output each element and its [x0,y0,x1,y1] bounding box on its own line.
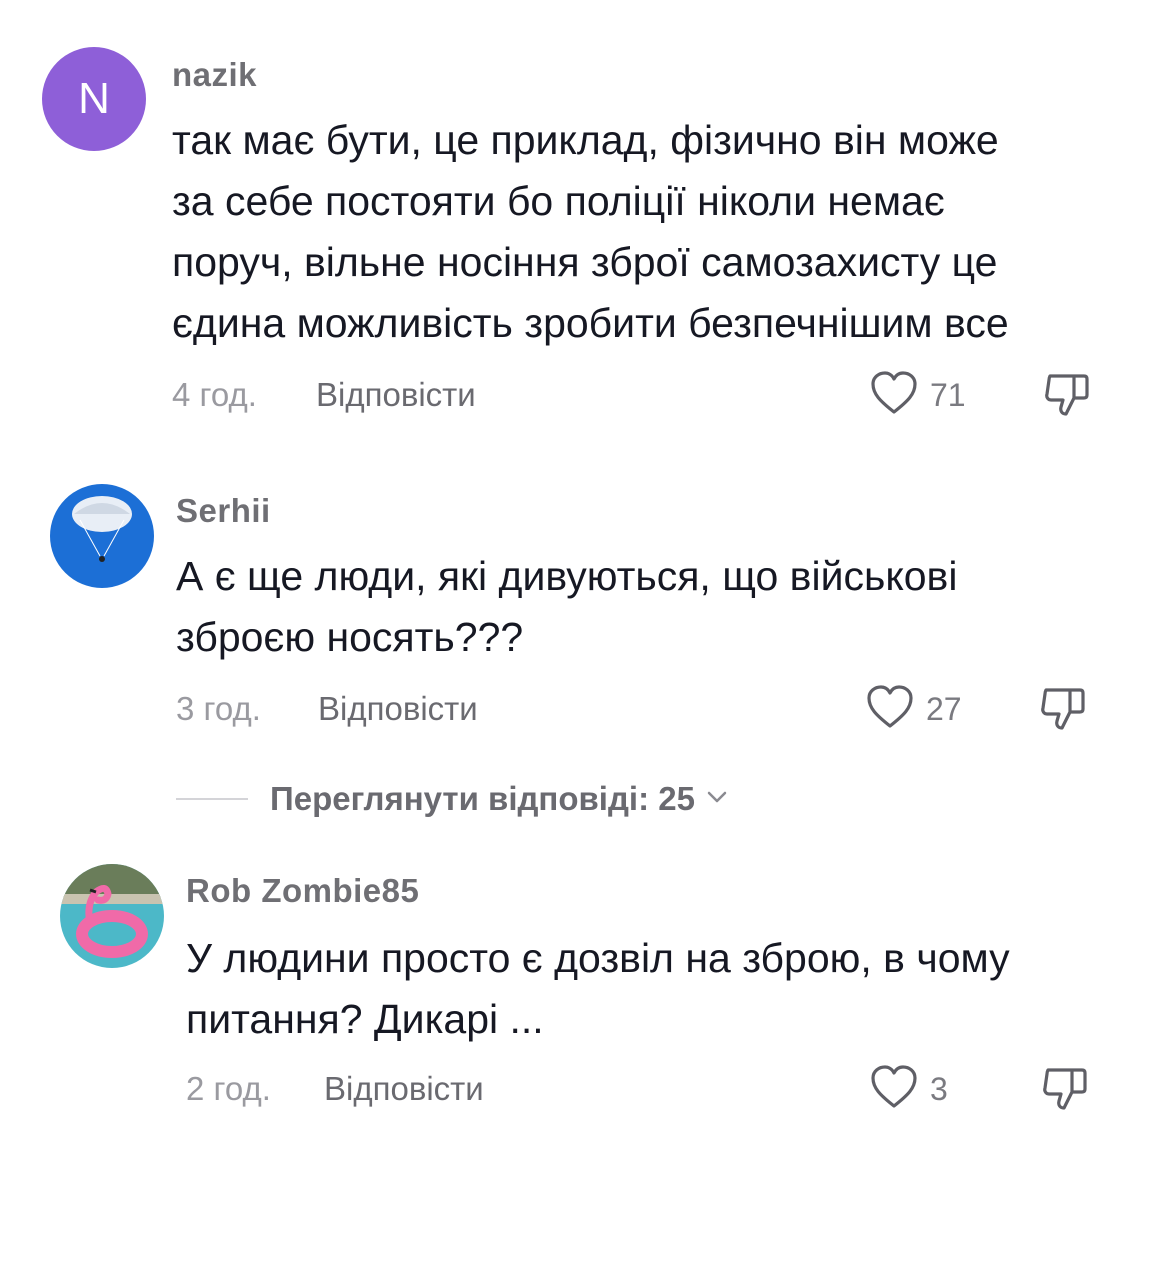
reply-button[interactable]: Відповісти [316,376,476,414]
comment-username[interactable]: Serhii [176,492,271,530]
thumbs-down-icon [1038,688,1088,736]
dislike-button[interactable] [1038,684,1088,737]
comment-time: 4 год. [172,376,257,413]
like-button[interactable]: 3 [870,1064,948,1115]
thumbs-down-icon [1040,1068,1090,1116]
divider-line [176,798,248,800]
comment-username[interactable]: nazik [172,56,257,94]
heart-icon [866,684,914,735]
heart-icon [870,1064,918,1115]
like-count: 71 [930,377,966,413]
reply-button[interactable]: Відповісти [324,1070,484,1108]
like-count: 3 [930,1071,948,1107]
view-replies-label: Переглянути відповіді: 25 [270,780,695,817]
comment-text: У людини просто є дозвіл на зброю, в чом… [186,935,1010,1042]
dislike-button[interactable] [1042,370,1092,423]
like-count: 27 [926,691,962,727]
comment-text: А є ще люди, які дивуються, що військові… [176,553,958,660]
heart-icon [870,370,918,421]
avatar[interactable] [50,484,154,588]
comment-time: 2 год. [186,1070,271,1107]
like-button[interactable]: 71 [870,370,966,421]
thumbs-down-icon [1042,374,1092,422]
chevron-down-icon [705,789,729,810]
comment-time: 3 год. [176,690,261,727]
comment-text: так має бути, це приклад, фізично він мо… [172,117,1009,346]
avatar-letter: N [78,74,110,123]
avatar[interactable]: N [42,47,146,151]
view-replies-button[interactable]: Переглянути відповіді: 25 [176,780,729,818]
comment-username[interactable]: Rob Zombie85 [186,872,419,910]
reply-button[interactable]: Відповісти [318,690,478,728]
like-button[interactable]: 27 [866,684,962,735]
avatar[interactable] [60,864,164,968]
dislike-button[interactable] [1040,1064,1090,1117]
